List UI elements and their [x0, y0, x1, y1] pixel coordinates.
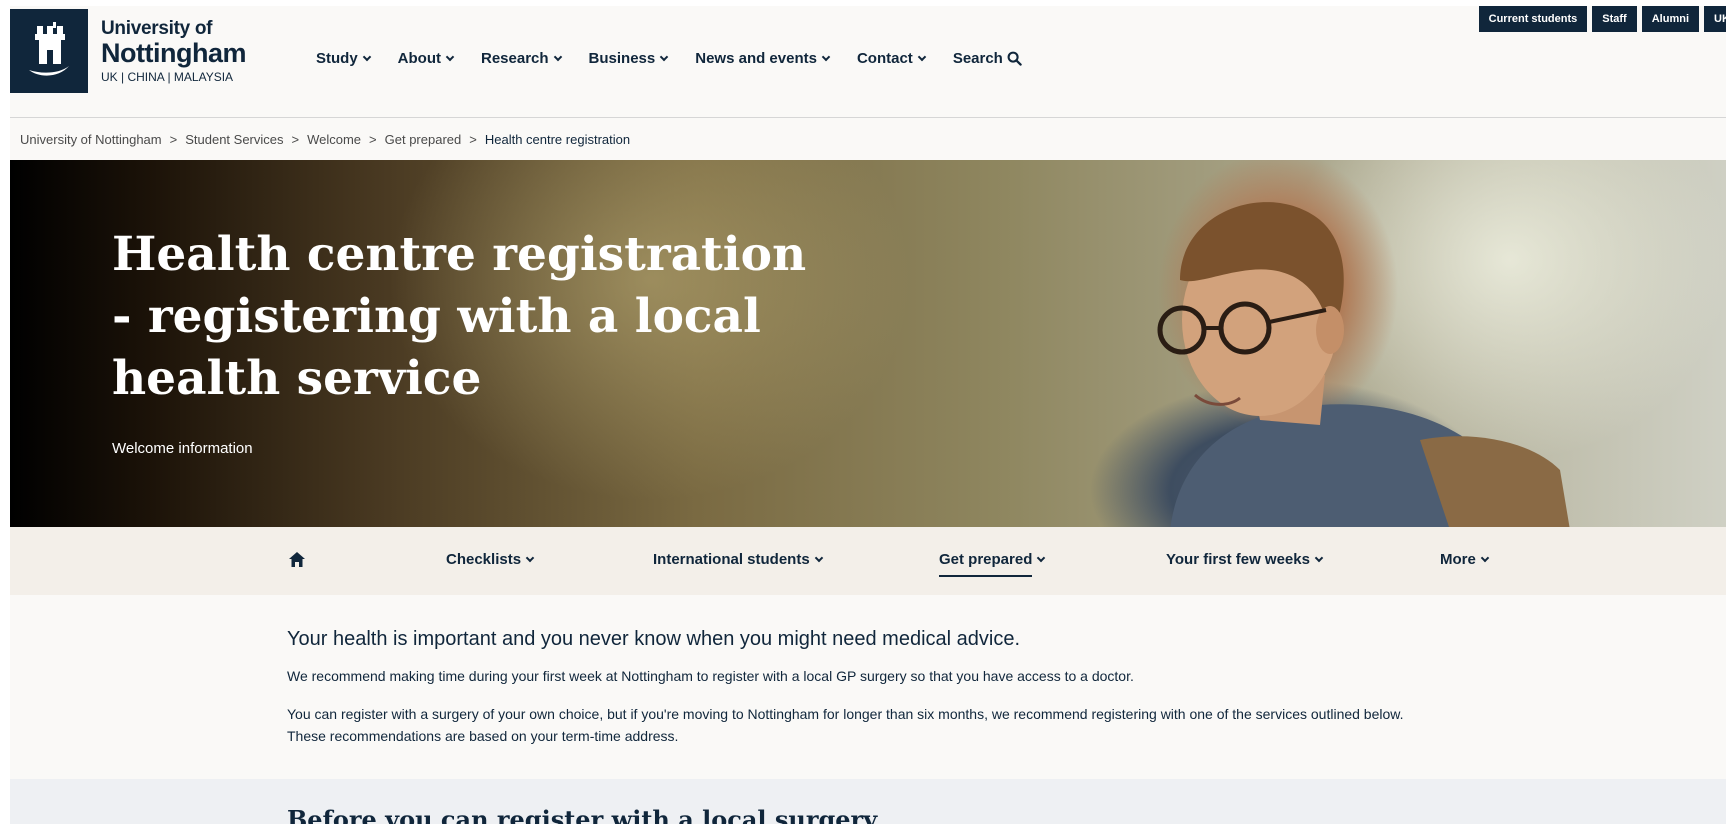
- nav-research[interactable]: Research: [481, 50, 562, 67]
- section-heading: Before you can register with a local sur…: [287, 805, 878, 824]
- breadcrumb-separator: >: [169, 132, 178, 147]
- chevron-down-icon: [821, 52, 831, 61]
- nav-business[interactable]: Business: [588, 50, 669, 67]
- nav-contact-label: Contact: [856, 50, 913, 67]
- page-title: Health centre registration - registering…: [112, 227, 807, 406]
- nav-search[interactable]: Search: [953, 50, 1022, 67]
- breadcrumb-current: Health centre registration: [484, 132, 631, 147]
- chevron-down-icon: [1480, 553, 1490, 562]
- chevron-down-icon: [445, 52, 455, 61]
- tab-first-weeks-label: Your first few weeks: [1166, 551, 1310, 568]
- staff-link[interactable]: Staff: [1592, 6, 1637, 32]
- next-section: Before you can register with a local sur…: [10, 779, 1726, 824]
- chevron-down-icon: [660, 52, 669, 61]
- nav-study-label: Study: [316, 50, 358, 67]
- tab-international-students[interactable]: International students: [653, 551, 823, 568]
- nav-about[interactable]: About: [397, 50, 455, 67]
- page: University of Nottingham UK | CHINA | MA…: [10, 6, 1726, 824]
- breadcrumb: University of Nottingham > Student Servi…: [20, 132, 630, 147]
- nav-news-label: News and events: [695, 50, 817, 67]
- home-icon: [289, 552, 305, 567]
- alumni-link[interactable]: Alumni: [1641, 6, 1699, 32]
- tab-more[interactable]: More: [1440, 551, 1490, 568]
- region-link[interactable]: UK: [1704, 6, 1726, 32]
- lead-paragraph: Your health is important and you never k…: [287, 628, 1021, 650]
- hero-subtitle: Welcome information: [112, 440, 253, 457]
- nav-search-label: Search: [952, 50, 1003, 67]
- section-nav: Checklists International students Get pr…: [10, 527, 1726, 595]
- tab-international-label: International students: [653, 551, 810, 568]
- hero-student-image: [1157, 202, 1570, 527]
- utility-links: Current students Staff Alumni UK: [1478, 6, 1726, 32]
- breadcrumb-separator: >: [291, 132, 300, 147]
- chevron-down-icon: [814, 553, 823, 562]
- current-students-link[interactable]: Current students: [1478, 6, 1588, 32]
- chevron-down-icon: [362, 52, 371, 61]
- tab-get-prepared[interactable]: Get prepared: [939, 551, 1046, 577]
- breadcrumb-item[interactable]: Welcome: [307, 132, 361, 147]
- breadcrumb-item[interactable]: Get prepared: [385, 132, 462, 147]
- chevron-down-icon: [917, 52, 927, 61]
- chevron-down-icon: [553, 52, 562, 61]
- tab-more-label: More: [1440, 551, 1476, 568]
- logo-line1: University of: [101, 17, 213, 39]
- nav-research-label: Research: [481, 50, 549, 67]
- tab-get-prepared-label: Get prepared: [939, 551, 1033, 568]
- site-header: University of Nottingham UK | CHINA | MA…: [10, 6, 1726, 118]
- university-logo[interactable]: University of Nottingham UK | CHINA | MA…: [10, 6, 246, 96]
- chevron-down-icon: [1314, 553, 1324, 562]
- breadcrumb-separator: >: [369, 132, 377, 147]
- main-nav: Study About Research Business News and e…: [316, 50, 1022, 67]
- breadcrumb-item[interactable]: University of Nottingham: [20, 132, 162, 147]
- logo-line2: Nottingham: [101, 37, 246, 68]
- home-link[interactable]: [288, 551, 306, 573]
- body-paragraph: We recommend making time during your fir…: [287, 668, 1134, 684]
- nav-contact[interactable]: Contact: [856, 50, 927, 67]
- body-paragraph: You can register with a surgery of your …: [287, 706, 1404, 744]
- tab-checklists[interactable]: Checklists: [446, 551, 535, 568]
- nav-business-label: Business: [588, 50, 656, 67]
- hero-banner: Health centre registration - registering…: [10, 160, 1726, 527]
- chevron-down-icon: [1037, 553, 1046, 562]
- logo-campuses: UK | CHINA | MALAYSIA: [101, 69, 234, 84]
- main-content: Your health is important and you never k…: [287, 628, 1437, 763]
- chevron-down-icon: [525, 553, 535, 562]
- nav-study[interactable]: Study: [316, 50, 371, 67]
- breadcrumb-separator: >: [469, 132, 477, 147]
- search-icon: [1007, 51, 1022, 66]
- castle-crest-icon: [10, 9, 89, 93]
- nav-about-label: About: [397, 50, 441, 67]
- breadcrumb-item[interactable]: Student Services: [185, 132, 283, 147]
- nav-news-and-events[interactable]: News and events: [695, 50, 831, 67]
- tab-your-first-few-weeks[interactable]: Your first few weeks: [1166, 551, 1324, 568]
- tab-checklists-label: Checklists: [446, 551, 522, 568]
